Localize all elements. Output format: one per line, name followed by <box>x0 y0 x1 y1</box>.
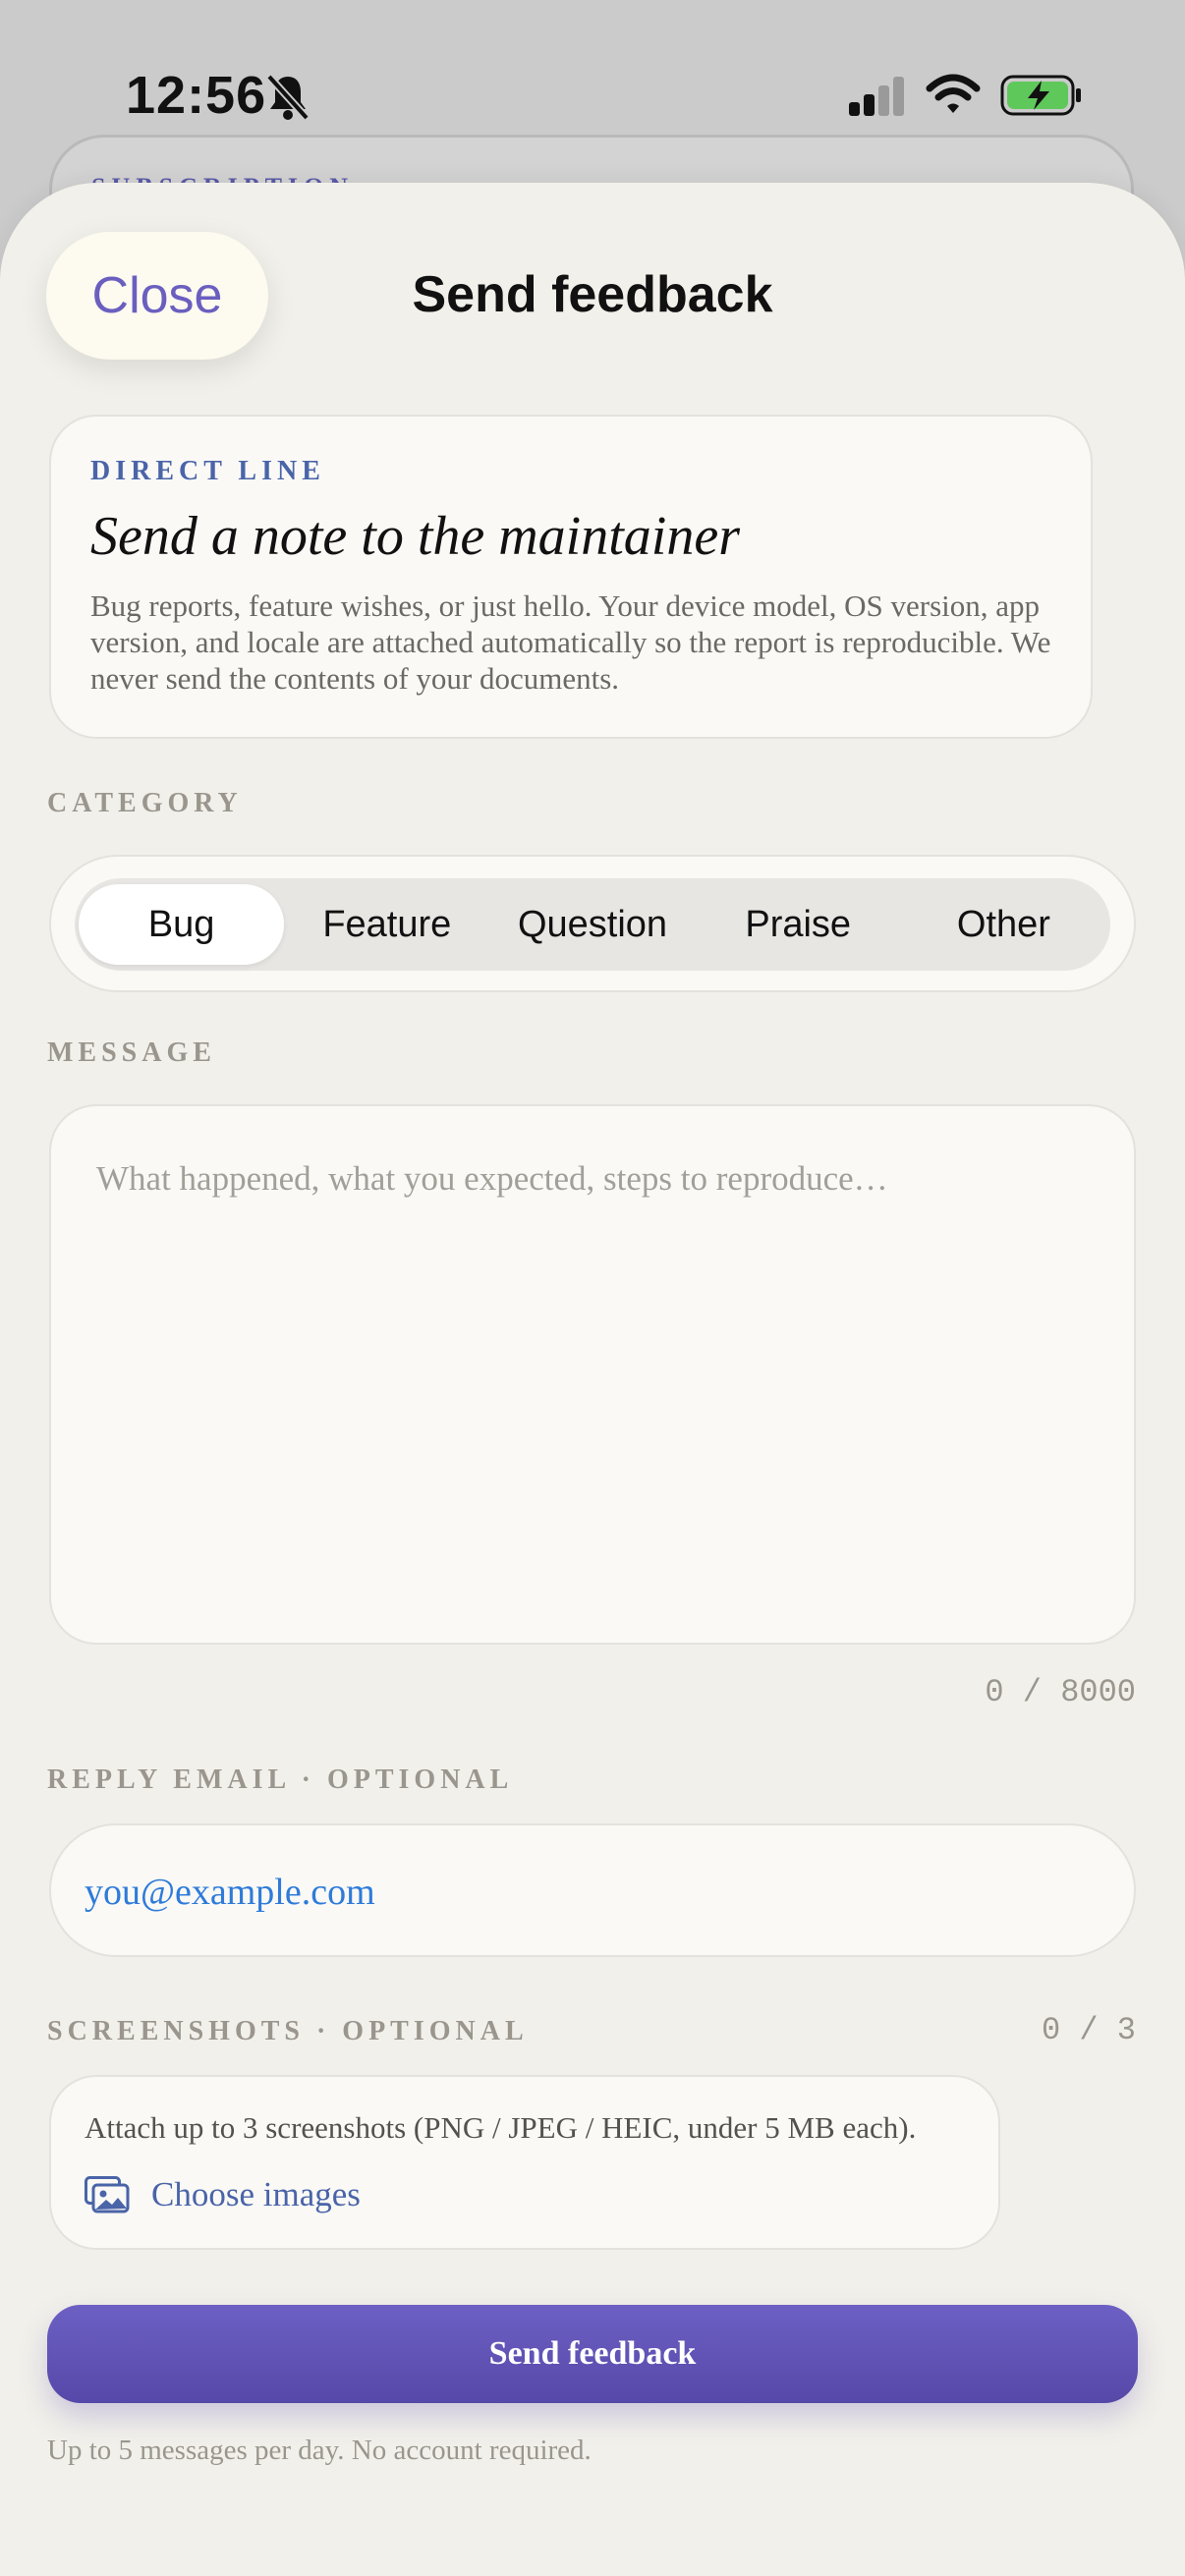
category-label: CATEGORY <box>47 788 243 818</box>
send-feedback-button[interactable]: Send feedback <box>47 2305 1138 2403</box>
screenshots-card: Attach up to 3 screenshots (PNG / JPEG /… <box>49 2075 1000 2250</box>
intro-eyebrow: DIRECT LINE <box>90 456 325 486</box>
intro-title: Send a note to the maintainer <box>90 506 741 567</box>
feedback-sheet: Close Send feedback DIRECT LINE Send a n… <box>0 183 1185 2576</box>
screenshots-label: SCREENSHOTS · OPTIONAL <box>47 2016 529 2046</box>
choose-images-label: Choose images <box>151 2175 361 2213</box>
bell-slash-icon <box>266 74 310 121</box>
reply-email-field <box>49 1823 1136 1957</box>
intro-card: DIRECT LINE Send a note to the maintaine… <box>49 415 1093 739</box>
message-label: MESSAGE <box>47 1037 216 1068</box>
reply-email-input[interactable] <box>83 1857 1099 1928</box>
message-textarea[interactable] <box>94 1157 1091 1613</box>
message-field <box>49 1104 1136 1645</box>
reply-email-label: REPLY EMAIL · OPTIONAL <box>47 1764 514 1795</box>
choose-images-button[interactable]: Choose images <box>85 2175 361 2214</box>
category-selector: Bug Feature Question Praise Other <box>49 855 1136 992</box>
category-option-other[interactable]: Other <box>901 884 1106 965</box>
wifi-icon <box>926 74 981 113</box>
category-option-question[interactable]: Question <box>489 884 695 965</box>
battery-charging-icon <box>1000 75 1081 116</box>
intro-body: Bug reports, feature wishes, or just hel… <box>90 588 1051 696</box>
cellular-signal-icon <box>849 77 904 116</box>
sheet-title: Send feedback <box>412 266 773 323</box>
screenshots-counter: 0 / 3 <box>1041 2012 1136 2048</box>
status-time: 12:56 <box>126 66 267 125</box>
category-option-bug[interactable]: Bug <box>79 884 285 965</box>
rate-limit-footnote: Up to 5 messages per day. No account req… <box>47 2435 592 2466</box>
photo-stack-icon <box>85 2176 130 2213</box>
category-option-feature[interactable]: Feature <box>284 884 489 965</box>
category-segmented-control: Bug Feature Question Praise Other <box>75 878 1110 971</box>
category-option-praise[interactable]: Praise <box>696 884 901 965</box>
message-character-counter: 0 / 8000 <box>985 1674 1136 1710</box>
screenshots-help-text: Attach up to 3 screenshots (PNG / JPEG /… <box>85 2110 917 2145</box>
